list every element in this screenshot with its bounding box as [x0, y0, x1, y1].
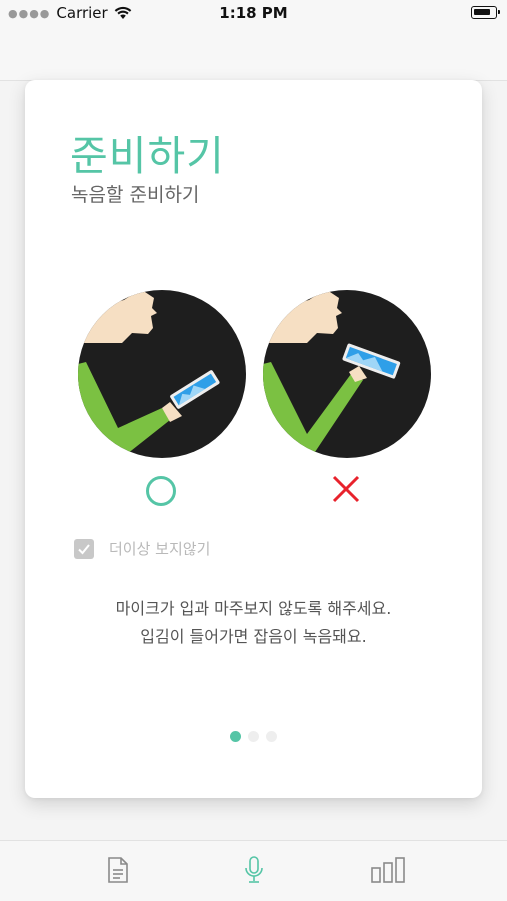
tab-statistics[interactable] [371, 853, 405, 887]
instruction-text-line1: 마이크가 입과 마주보지 않도록 해주세요. [115, 599, 392, 618]
correct-posture-illustration [78, 290, 246, 458]
tab-bar [0, 840, 507, 901]
page-indicator[interactable] [230, 731, 277, 742]
checkmark-icon [78, 544, 90, 555]
page-title: 준비하기 [70, 132, 225, 180]
page-dot-2[interactable] [248, 731, 259, 742]
page-dot-3[interactable] [266, 731, 277, 742]
incorrect-posture-illustration [263, 290, 431, 458]
dont-show-again-label[interactable]: 더이상 보지않기 [109, 538, 210, 559]
tab-record[interactable] [237, 853, 271, 887]
correct-mark-icon [146, 476, 176, 506]
status-time: 1:18 PM [219, 4, 288, 22]
microphone-icon [245, 856, 263, 883]
instruction-text-line2: 입김이 들어가면 잡음이 녹음돼요. [140, 627, 367, 646]
status-bar: ●●●● Carrier 1:18 PM [0, 0, 507, 28]
document-icon [108, 857, 128, 883]
battery-icon [471, 6, 500, 19]
page-subtitle: 녹음할 준비하기 [71, 184, 200, 206]
dont-show-again-checkbox[interactable] [74, 539, 94, 559]
onboarding-card: 준비하기 녹음할 준비하기 더이상 보지않기 마이크가 입과 마주보지 않도록 … [25, 80, 482, 798]
bar-chart-icon [371, 857, 405, 883]
tab-documents[interactable] [101, 853, 135, 887]
page-dot-1[interactable] [230, 731, 241, 742]
navigation-bar [0, 28, 507, 81]
incorrect-mark-icon [332, 475, 360, 503]
